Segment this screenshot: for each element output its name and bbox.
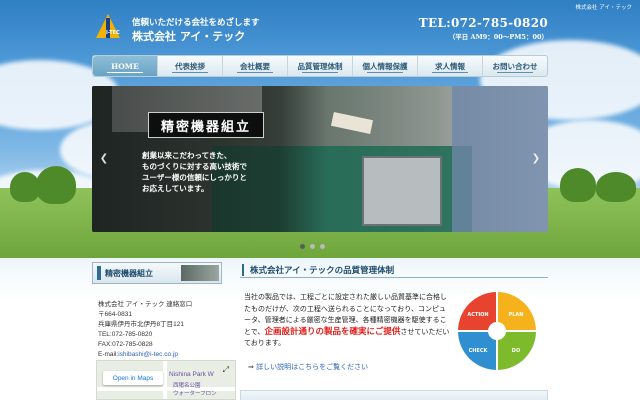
side-banner-precision[interactable]: 精密機器組立	[92, 262, 222, 284]
highlight-text: 企画設計通りの製品を確実にご提供	[264, 326, 401, 337]
slide-title-box: 精密機器組立	[148, 112, 264, 138]
nav-privacy[interactable]: 個人情報保護	[353, 56, 418, 76]
slider-dot-1[interactable]	[300, 244, 305, 249]
detail-link[interactable]: ⇒ 詳しい説明はこちらをご覧ください	[248, 362, 368, 372]
nav-company[interactable]: 会社概要	[223, 56, 288, 76]
nav-recruit[interactable]: 求人情報	[418, 56, 483, 76]
slide-description: 創業以来こだわってきた、 ものづくりに対する高い技術で ユーザー様の信頼にしっか…	[142, 151, 247, 193]
arrow-icon: ⇒	[248, 363, 254, 371]
quality-section-header: 株式会社アイ・テックの品質管理体制	[240, 262, 548, 278]
company-name: 株式会社 アイ・テック	[132, 30, 246, 43]
slider-dot-3[interactable]	[320, 244, 325, 249]
open-in-maps-button[interactable]: Open in Maps	[103, 371, 163, 385]
map-expand-icon[interactable]: ⤢	[223, 365, 229, 375]
nav-quality[interactable]: 品質管理体制	[288, 56, 353, 76]
side-banner-title: 精密機器組立	[105, 267, 153, 278]
embedded-map[interactable]: Open in Maps ⤢ Nishina Park W 西猪名公園 ウォータ…	[96, 360, 236, 400]
section-title: 株式会社アイ・テックの品質管理体制	[250, 265, 395, 276]
pdca-cycle-diagram: ACTION PLAN CHECK DO	[458, 292, 536, 370]
nav-greeting[interactable]: 代表挨拶	[158, 56, 223, 76]
nav-home[interactable]: HOME	[93, 56, 158, 76]
slider-dots	[300, 244, 325, 249]
cycle-do-label: DO	[512, 348, 520, 354]
tagline: 信頼いただける会社をめざします	[132, 18, 260, 28]
cycle-action-label: ACTION	[467, 312, 488, 318]
slider-next-icon[interactable]: ❯	[530, 152, 542, 166]
main-nav: HOME 代表挨拶 会社概要 品質管理体制 個人情報保護 求人情報 お問い合わせ	[92, 55, 548, 77]
slide-title: 精密機器組立	[160, 119, 251, 135]
hero-slider[interactable]: 精密機器組立 創業以来こだわってきた、 ものづくりに対する高い技術で ユーザー様…	[92, 86, 548, 232]
quality-paragraph: 当社の製品では、工程ごとに設定された厳しい品質基準に合格したものだけが、次の工程…	[244, 293, 450, 347]
map-place-label: Nishina Park W	[169, 371, 214, 378]
contact-address: 株式会社 アイ・テック 連絡窓口 〒664-0831 兵庫県伊丹市北伊丹8丁目1…	[98, 301, 193, 358]
side-banner-image	[181, 265, 219, 281]
business-hours: （平日 AM9：00～PM5：00）	[448, 33, 548, 41]
top-company-name: 株式会社 アイ・テック	[575, 5, 632, 11]
slider-dot-2[interactable]	[310, 244, 315, 249]
next-section-header	[240, 390, 548, 400]
email-link[interactable]: ishibashi@i-tec.co.jp	[118, 351, 178, 358]
cycle-check-label: CHECK	[469, 348, 489, 354]
slider-prev-icon[interactable]: ❮	[98, 152, 110, 166]
phone-number: TEL:072-785-0820	[418, 16, 548, 30]
nav-contact[interactable]: お問い合わせ	[483, 56, 547, 76]
logo-text: I-TEC	[106, 30, 120, 36]
cycle-plan-label: PLAN	[509, 312, 524, 318]
